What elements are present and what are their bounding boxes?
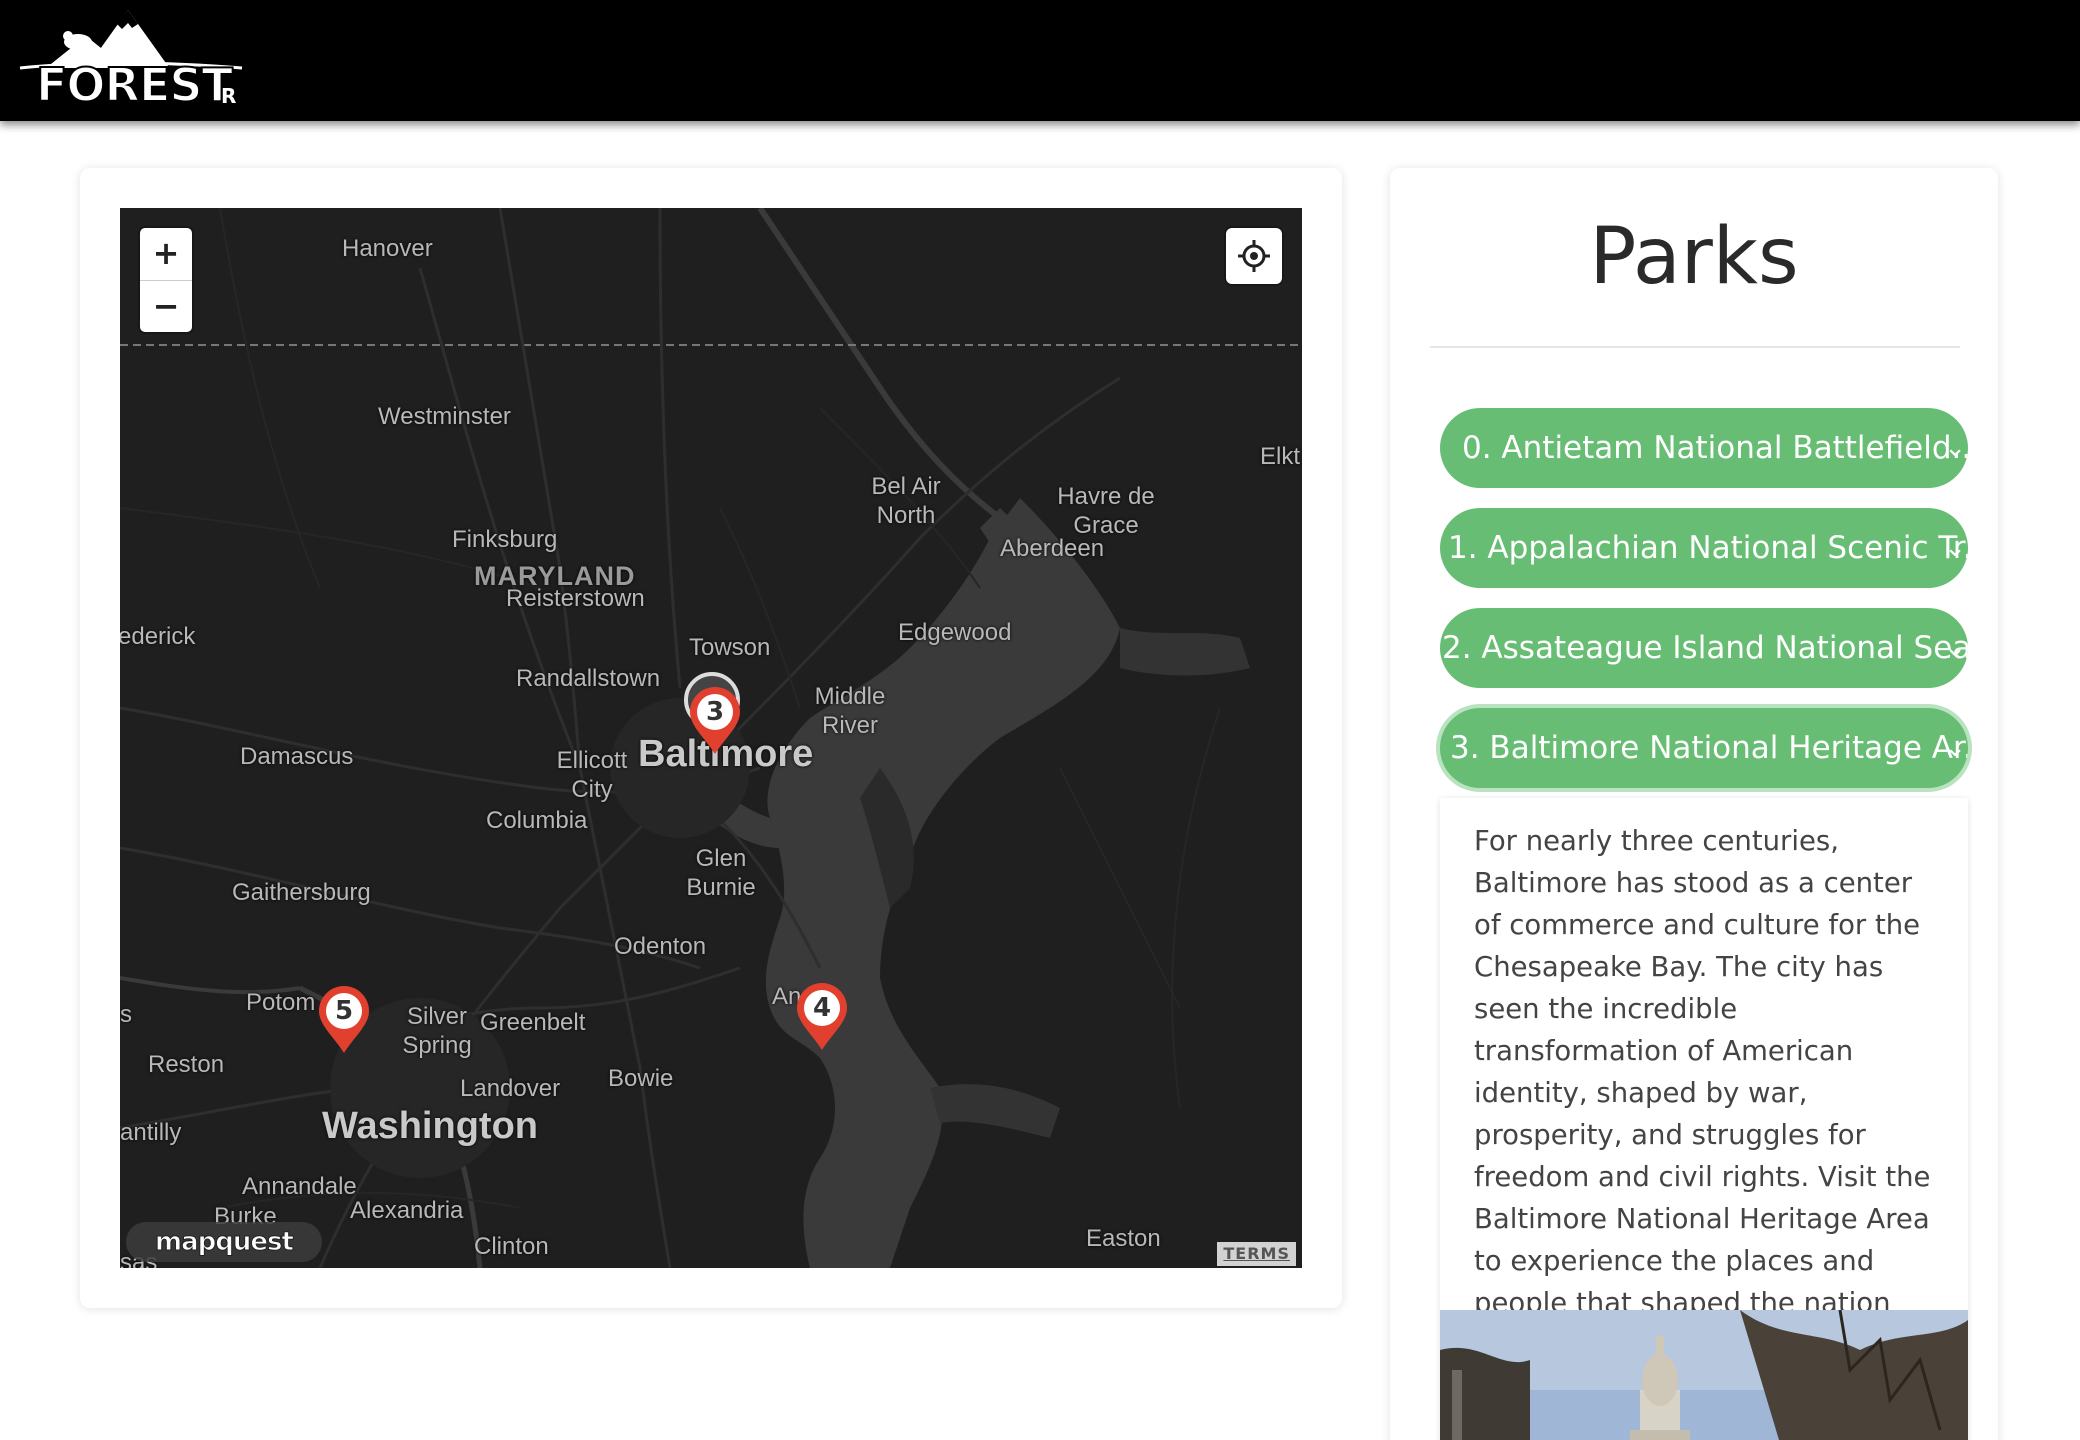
- chevron-down-icon: ⌄: [1944, 533, 1966, 563]
- place-label: Reston: [148, 1051, 225, 1078]
- park-item-3[interactable]: 3. Baltimore National Heritage Ar... ⌄: [1440, 708, 1968, 788]
- zoom-out-button[interactable]: −: [140, 280, 192, 332]
- parks-panel: Parks 0. Antietam National Battlefield..…: [1390, 168, 1998, 1440]
- top-navbar: FOREST R: [0, 0, 2080, 121]
- park-item-1[interactable]: 1. Appalachian National Scenic Tr... ⌄: [1440, 508, 1968, 588]
- park-photo: [1440, 1310, 1968, 1440]
- place-label: Middle River: [814, 683, 886, 739]
- place-label: Elkt: [1260, 443, 1301, 470]
- marker-number: 3: [705, 697, 725, 727]
- logo-text: FOREST: [35, 57, 234, 113]
- city-label: Washington: [322, 1105, 538, 1147]
- park-item-label: 0. Antietam National Battlefield...: [1462, 430, 1968, 466]
- divider: [1430, 346, 1960, 348]
- marker-number: 5: [334, 996, 354, 1026]
- park-item-label: 2. Assateague Island National Sea...: [1442, 630, 1968, 666]
- park-marker-5[interactable]: 5: [316, 985, 372, 1055]
- place-label: Ellicott City: [556, 747, 628, 803]
- marker-number: 4: [812, 993, 832, 1023]
- place-label: Westminster: [378, 403, 511, 430]
- place-label: Aberdeen: [1000, 535, 1105, 562]
- chevron-down-icon: ⌄: [1944, 433, 1966, 463]
- place-label: antilly: [120, 1119, 182, 1146]
- place-label: Greenbelt: [480, 1009, 586, 1036]
- place-label: Annandale: [242, 1173, 357, 1200]
- place-label: Columbia: [486, 807, 588, 834]
- place-label: Hanover: [342, 235, 433, 262]
- park-item-2[interactable]: 2. Assateague Island National Sea... ⌄: [1440, 608, 1968, 688]
- map-card: Hanover Westminster Finksburg MARYLAND R…: [80, 168, 1342, 1308]
- park-photo-image: [1440, 1310, 1968, 1440]
- place-label: ederick: [120, 623, 196, 650]
- chevron-down-icon: ⌄: [1944, 733, 1966, 763]
- park-marker-4[interactable]: 4: [794, 982, 850, 1052]
- place-label: Glen Burnie: [686, 845, 756, 901]
- place-label: Finksburg: [452, 526, 558, 553]
- place-label: Alexandria: [350, 1197, 464, 1224]
- place-label: Bel Air North: [871, 473, 941, 529]
- parks-title: Parks: [1589, 212, 1799, 302]
- place-label: Damascus: [240, 743, 354, 770]
- park-item-label: 3. Baltimore National Heritage Ar...: [1450, 730, 1968, 766]
- park-map[interactable]: Hanover Westminster Finksburg MARYLAND R…: [120, 208, 1302, 1268]
- place-label: Towson: [689, 634, 771, 661]
- mapquest-logo[interactable]: mapquest: [126, 1222, 322, 1262]
- forestr-logo[interactable]: FOREST R: [16, 6, 246, 113]
- place-label: Potom: [246, 989, 316, 1016]
- locate-button[interactable]: [1226, 228, 1282, 284]
- park-marker-3[interactable]: 3: [687, 686, 743, 756]
- chevron-down-icon: ⌄: [1944, 633, 1966, 663]
- place-label: Reisterstown: [506, 585, 645, 612]
- terms-link[interactable]: TERMS: [1217, 1242, 1296, 1266]
- place-label: Havre de Grace: [1057, 483, 1155, 539]
- zoom-control: + −: [140, 228, 192, 332]
- park-item-label: 1. Appalachian National Scenic Tr...: [1448, 530, 1968, 566]
- crosshair-icon: [1238, 240, 1270, 272]
- place-label: Bowie: [608, 1065, 674, 1092]
- place-label: s: [120, 1001, 132, 1028]
- park-details: For nearly three centuries, Baltimore ha…: [1440, 798, 1968, 1440]
- place-label: Easton: [1086, 1225, 1161, 1252]
- place-label: Clinton: [474, 1233, 549, 1260]
- place-label: Odenton: [614, 933, 707, 960]
- park-description: For nearly three centuries, Baltimore ha…: [1474, 825, 1936, 1361]
- zoom-in-button[interactable]: +: [140, 228, 192, 280]
- place-label: Randallstown: [516, 665, 661, 692]
- logo-subscript: R: [221, 84, 237, 108]
- park-item-0[interactable]: 0. Antietam National Battlefield... ⌄: [1440, 408, 1968, 488]
- place-label: Landover: [460, 1075, 561, 1102]
- place-label: Silver Spring: [402, 1003, 472, 1059]
- place-label: Gaithersburg: [232, 879, 371, 906]
- place-label: Edgewood: [898, 619, 1012, 646]
